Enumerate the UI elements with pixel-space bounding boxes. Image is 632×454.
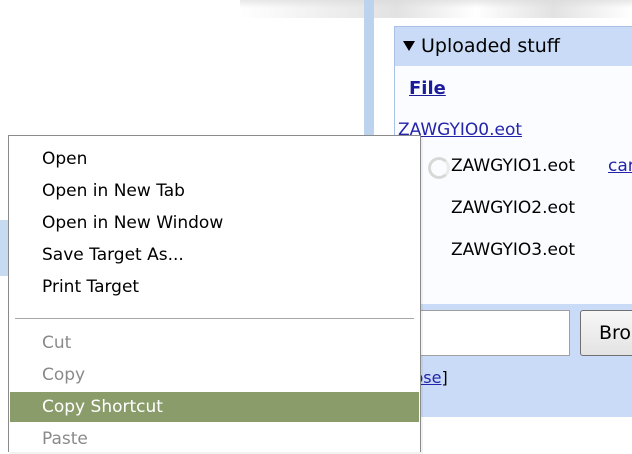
menu-item-open-new-tab[interactable]: Open in New Tab	[10, 176, 419, 206]
menu-separator	[15, 318, 414, 319]
top-fade-bar	[240, 0, 632, 18]
menu-item-paste: Paste	[42, 429, 88, 449]
file-name-zawgyio1: ZAWGYIO1.eot	[451, 156, 576, 176]
browse-button[interactable]: Bro	[580, 310, 632, 356]
file-name-zawgyio2: ZAWGYIO2.eot	[451, 198, 576, 218]
loading-spinner-icon	[428, 157, 450, 179]
panel-header[interactable]: Uploaded stuff	[395, 27, 632, 65]
uploaded-stuff-panel: Uploaded stuff File	[394, 26, 632, 417]
file-list-area	[395, 66, 632, 304]
collapse-triangle-icon[interactable]	[403, 41, 415, 51]
context-menu: Open Open in New Tab Open in New Window …	[8, 135, 421, 452]
menu-item-open-new-window[interactable]: Open in New Window	[10, 208, 419, 238]
cancel-upload-link[interactable]: car	[608, 156, 632, 176]
menu-item-print-target[interactable]: Print Target	[10, 272, 419, 302]
file-column-header[interactable]: File	[409, 78, 446, 99]
menu-item-save-target-as[interactable]: Save Target As...	[10, 240, 419, 270]
menu-item-cut: Cut	[42, 333, 72, 353]
panel-title: Uploaded stuff	[421, 35, 560, 57]
menu-item-open[interactable]: Open	[10, 144, 419, 174]
close-bracket-close: ]	[441, 368, 448, 387]
file-name-zawgyio3: ZAWGYIO3.eot	[451, 240, 576, 260]
menu-item-copy: Copy	[42, 365, 86, 385]
menu-item-copy-shortcut[interactable]: Copy Shortcut	[10, 392, 419, 422]
